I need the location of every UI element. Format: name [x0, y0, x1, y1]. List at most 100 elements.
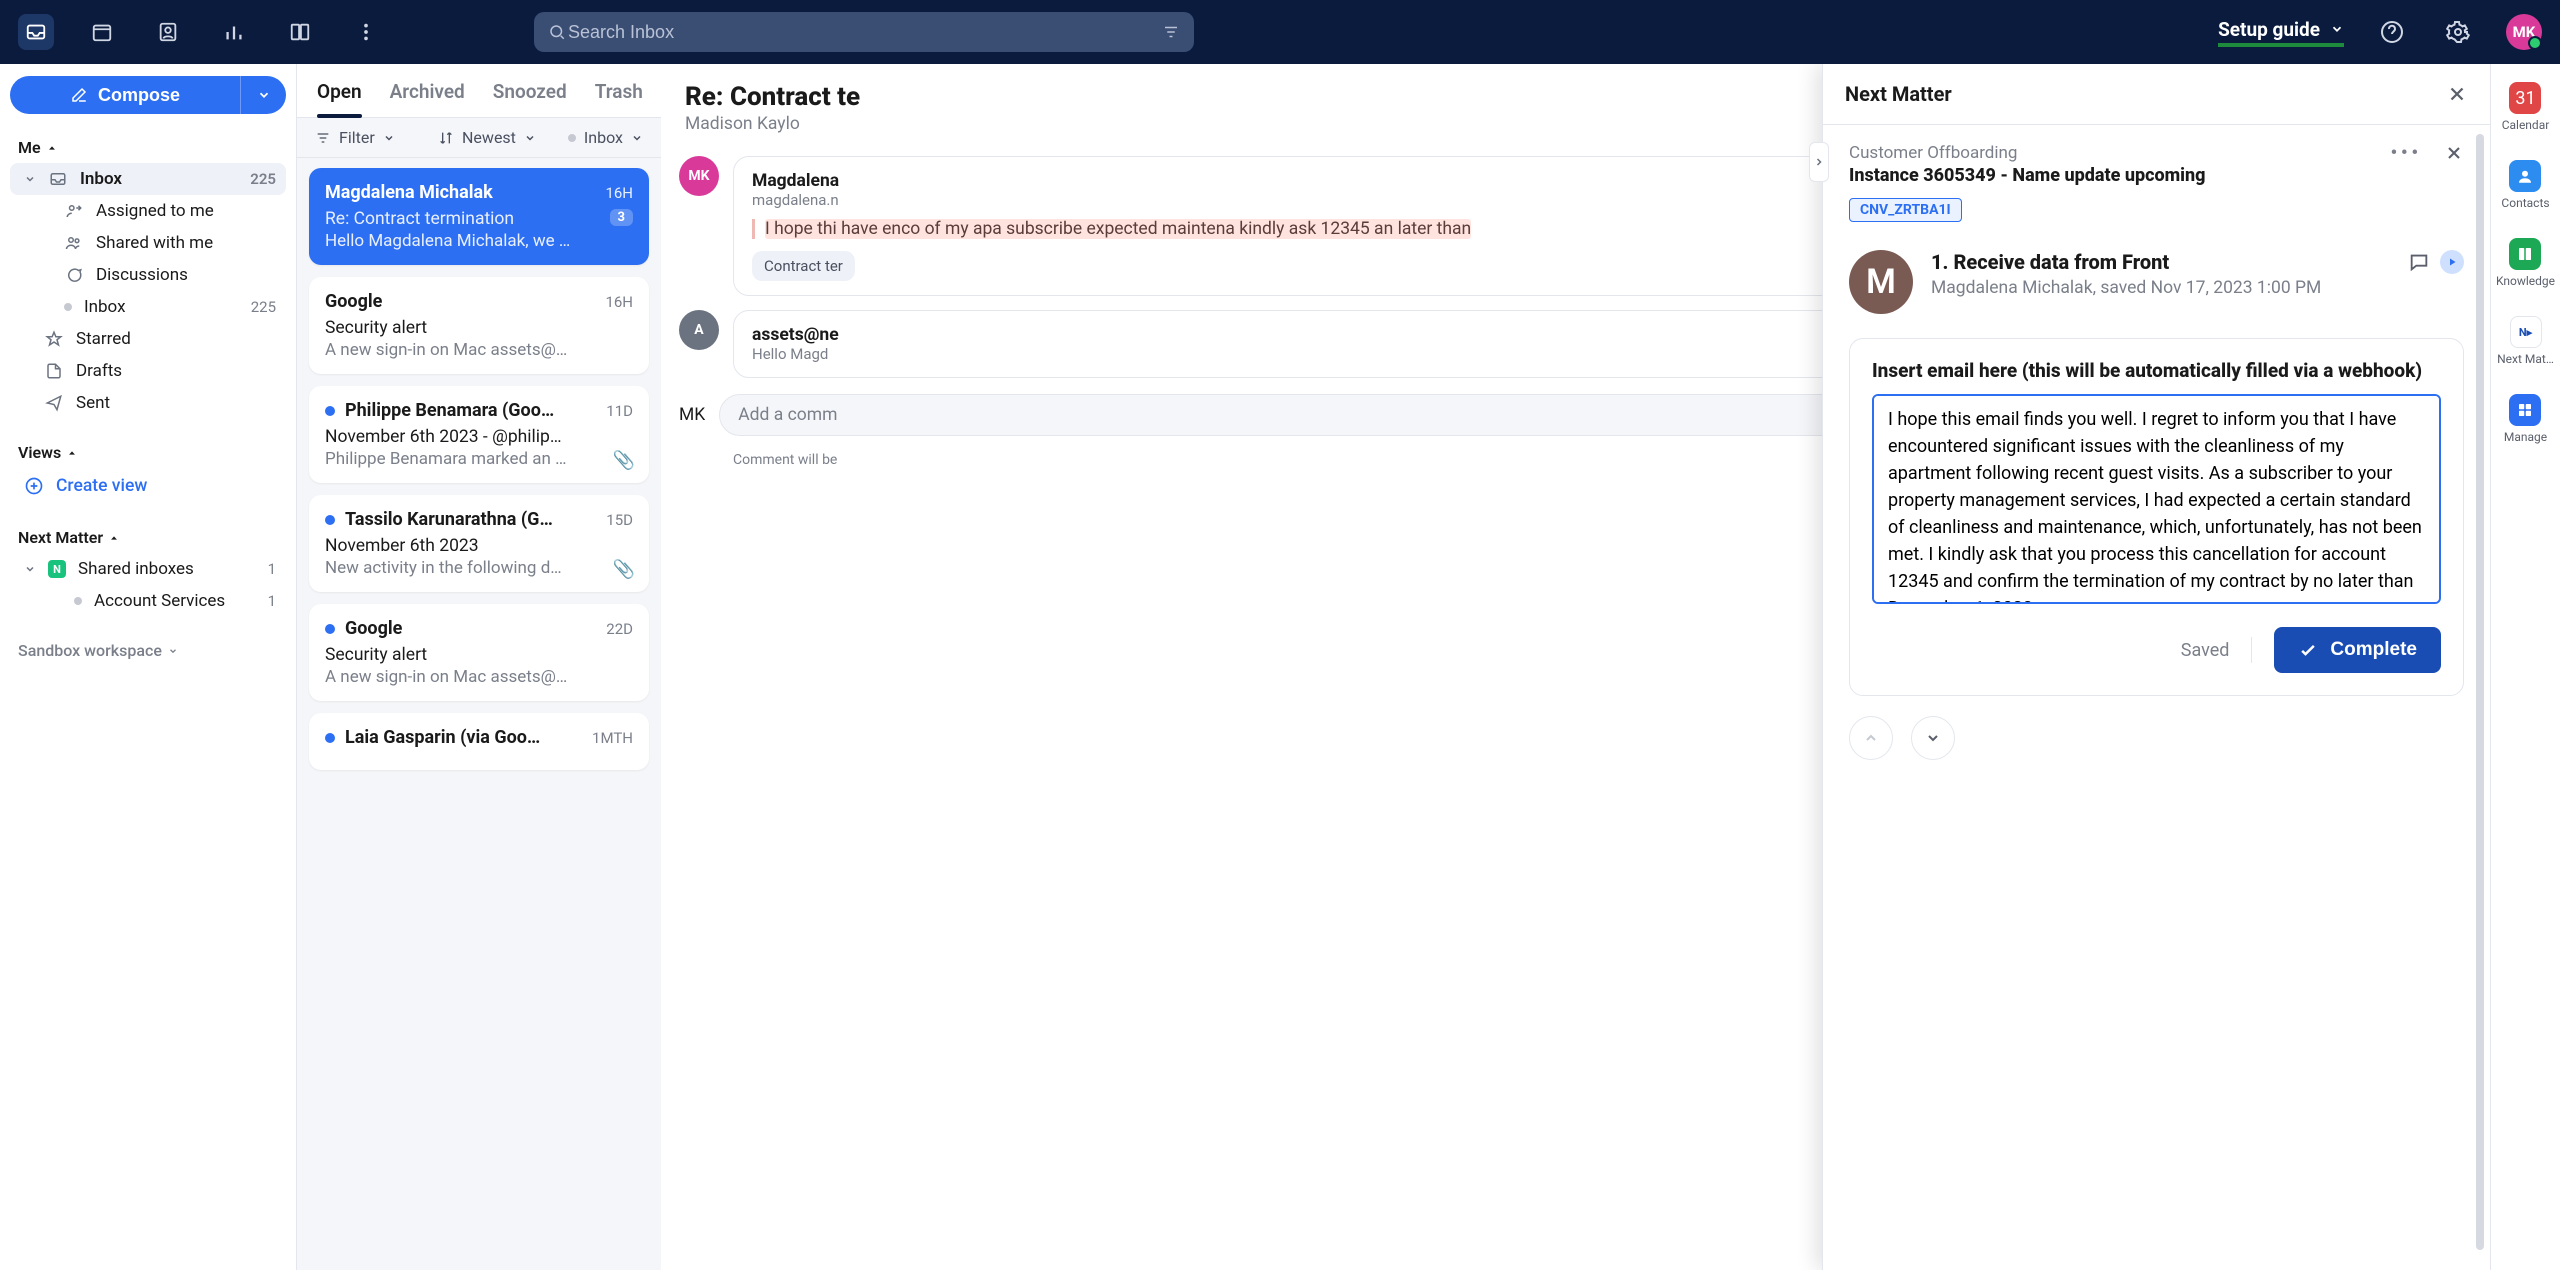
- sidebar-item-shared-inboxes[interactable]: N Shared inboxes 1: [10, 553, 286, 585]
- tab-open[interactable]: Open: [317, 80, 362, 117]
- sidebar-item-account-services[interactable]: Account Services 1: [10, 585, 286, 617]
- next-step-button[interactable]: [1911, 716, 1955, 760]
- scope-button[interactable]: Inbox: [568, 128, 643, 147]
- rail-knowledge[interactable]: Knowledge: [2496, 238, 2555, 288]
- close-icon[interactable]: [2446, 83, 2468, 105]
- tab-trash[interactable]: Trash: [595, 80, 643, 117]
- comment-icon[interactable]: [2408, 251, 2430, 273]
- thread-preview: A new sign-in on Mac assets@…: [325, 340, 633, 360]
- nav-calendar-icon[interactable]: [84, 14, 120, 50]
- rail-nextmatter[interactable]: N▸ Next Mat…: [2497, 316, 2554, 366]
- label: Account Services: [94, 591, 225, 611]
- setup-guide-link[interactable]: Setup guide: [2218, 18, 2344, 47]
- panel-title: Next Matter: [1845, 82, 2446, 106]
- thread-sender: Google: [325, 291, 595, 312]
- chevron-down-icon: [24, 563, 36, 575]
- thread-subject: November 6th 2023 - @philip…: [325, 427, 633, 447]
- global-search[interactable]: [534, 12, 1194, 52]
- scrollbar[interactable]: [2476, 134, 2484, 1250]
- nav-inbox-icon[interactable]: [18, 14, 54, 50]
- create-view-button[interactable]: Create view: [10, 468, 286, 504]
- label: Sent: [76, 393, 110, 413]
- chevron-down-icon: [631, 132, 643, 144]
- label: Sandbox workspace: [18, 641, 162, 660]
- section-nextmatter[interactable]: Next Matter: [10, 522, 286, 553]
- label: Contacts: [2501, 196, 2549, 210]
- sidebar-item-sent[interactable]: Sent: [10, 387, 286, 419]
- attachment-icon: 📎: [613, 450, 635, 471]
- tab-archived[interactable]: Archived: [390, 80, 465, 117]
- sort-icon: [438, 130, 454, 146]
- filter-lines-icon[interactable]: [1162, 23, 1180, 41]
- sidebar-item-starred[interactable]: Starred: [10, 323, 286, 355]
- filter-button[interactable]: Filter: [315, 128, 395, 147]
- thread-time: 15D: [606, 511, 633, 529]
- chevron-down-icon: [168, 646, 178, 656]
- count: 225: [251, 298, 276, 316]
- thread-card[interactable]: Philippe Benamara (Goo…11DNovember 6th 2…: [309, 386, 649, 483]
- status-dot: [568, 134, 576, 142]
- sidebar-item-inbox-sub[interactable]: Inbox 225: [10, 291, 286, 323]
- people-icon: [64, 233, 84, 253]
- sort-button[interactable]: Newest: [438, 128, 536, 147]
- more-options-icon[interactable]: •••: [2391, 143, 2422, 163]
- rail-contacts[interactable]: Contacts: [2501, 160, 2549, 210]
- rail-calendar[interactable]: 31 Calendar: [2502, 82, 2550, 132]
- workflow-name[interactable]: Customer Offboarding: [1849, 143, 2391, 163]
- calendar-icon: 31: [2509, 82, 2541, 114]
- nav-more-icon[interactable]: [348, 14, 384, 50]
- unread-dot: [325, 515, 335, 525]
- label: Complete: [2330, 639, 2417, 661]
- gear-icon[interactable]: [2440, 14, 2476, 50]
- sidebar-item-drafts[interactable]: Drafts: [10, 355, 286, 387]
- sidebar-item-shared[interactable]: Shared with me: [10, 227, 286, 259]
- label: Shared inboxes: [78, 559, 194, 579]
- section-me-label: Me: [18, 138, 41, 157]
- section-me[interactable]: Me: [10, 132, 286, 163]
- section-views[interactable]: Views: [10, 437, 286, 468]
- thread-sender: Tassilo Karunarathna (G…: [345, 509, 596, 530]
- step-title: 1. Receive data from Front: [1931, 250, 2169, 274]
- tab-snoozed[interactable]: Snoozed: [493, 80, 567, 117]
- section-sandbox[interactable]: Sandbox workspace: [10, 635, 286, 666]
- status-dot: [74, 597, 82, 605]
- nav-split-icon[interactable]: [282, 14, 318, 50]
- sidebar-item-discussions[interactable]: Discussions: [10, 259, 286, 291]
- rail-manage[interactable]: Manage: [2504, 394, 2547, 444]
- label: Assigned to me: [96, 201, 214, 221]
- compose-button[interactable]: Compose: [10, 76, 240, 114]
- panel-collapse-handle[interactable]: [1809, 142, 1829, 182]
- play-icon[interactable]: [2440, 250, 2464, 274]
- sidebar-item-assigned[interactable]: Assigned to me: [10, 195, 286, 227]
- thread-card[interactable]: Tassilo Karunarathna (G…15DNovember 6th …: [309, 495, 649, 592]
- topic-chip[interactable]: Contract ter: [752, 251, 855, 281]
- label: Calendar: [2502, 118, 2550, 132]
- complete-button[interactable]: Complete: [2274, 627, 2441, 673]
- nav-contacts-icon[interactable]: [150, 14, 186, 50]
- help-icon[interactable]: [2374, 14, 2410, 50]
- prev-step-button[interactable]: [1849, 716, 1893, 760]
- thread-count-badge: 3: [610, 209, 633, 226]
- conversation-tag[interactable]: CNV_ZRTBA1I: [1849, 198, 1962, 222]
- search-input[interactable]: [566, 21, 1162, 44]
- star-icon: [44, 329, 64, 349]
- nav-analytics-icon[interactable]: [216, 14, 252, 50]
- user-avatar[interactable]: MK: [2506, 14, 2542, 50]
- compose-icon: [70, 86, 88, 104]
- sidebar-item-inbox[interactable]: Inbox 225: [10, 163, 286, 195]
- nextmatter-badge-icon: N: [48, 560, 66, 578]
- compose-dropdown[interactable]: [240, 76, 286, 114]
- close-instance-icon[interactable]: [2444, 143, 2464, 163]
- thread-preview: A new sign-in on Mac assets@…: [325, 667, 633, 687]
- thread-sender: Laia Gasparin (via Goo…: [345, 727, 582, 748]
- thread-card[interactable]: Laia Gasparin (via Goo…1MTH: [309, 713, 649, 770]
- email-body-textarea[interactable]: [1872, 394, 2441, 604]
- field-label: Insert email here (this will be automati…: [1872, 359, 2441, 382]
- thread-card[interactable]: Google22DSecurity alertA new sign-in on …: [309, 604, 649, 701]
- person-arrow-icon: [64, 201, 84, 221]
- saved-indicator: Saved: [2181, 640, 2230, 661]
- thread-card[interactable]: Google16HSecurity alertA new sign-in on …: [309, 277, 649, 374]
- send-icon: [44, 393, 64, 413]
- check-icon: [2298, 640, 2318, 660]
- thread-card[interactable]: Magdalena Michalak16HRe: Contract termin…: [309, 168, 649, 265]
